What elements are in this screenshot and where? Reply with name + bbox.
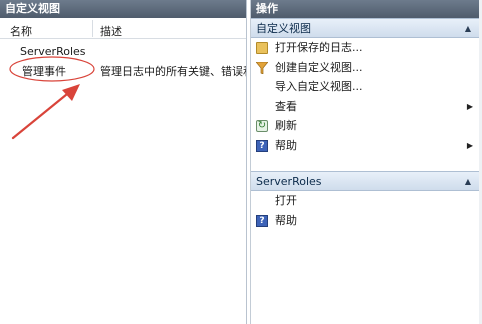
collapse-caret-icon[interactable]: ▲ — [465, 19, 471, 39]
pane-title: 自定义视图 — [0, 0, 246, 18]
section-body-custom-views: 打开保存的日志... 创建自定义视图... 导入自定义视图... 查看 ▶ ↻ … — [251, 38, 479, 158]
action-label: 帮助 — [275, 213, 297, 227]
section-label: ServerRoles — [256, 175, 322, 188]
submenu-arrow-icon: ▶ — [466, 140, 473, 150]
action-import-custom-view[interactable]: 导入自定义视图... — [251, 77, 479, 97]
help-icon: ? — [256, 139, 268, 152]
list-item-administrative-events[interactable]: 管理事件 管理日志中的所有关键、错误和警 — [0, 60, 246, 78]
column-header-description[interactable]: 描述 — [100, 23, 122, 39]
item-name: 管理事件 — [22, 65, 66, 78]
section-header-custom-views[interactable]: 自定义视图 ▲ — [251, 18, 479, 38]
action-label: 帮助 — [275, 138, 297, 152]
filter-icon — [256, 61, 268, 74]
action-label: 创建自定义视图... — [275, 60, 363, 74]
action-label: 导入自定义视图... — [275, 80, 363, 93]
custom-views-pane: 自定义视图 名称 描述 ServerRoles 管理事件 管理日志中的所有关键、… — [0, 0, 247, 324]
item-name: ServerRoles — [20, 45, 86, 58]
column-divider[interactable] — [92, 20, 93, 37]
section-body-serverroles: 打开 ? 帮助 — [251, 191, 479, 230]
section-header-serverroles[interactable]: ServerRoles ▲ — [251, 171, 479, 191]
submenu-arrow-icon: ▶ — [466, 101, 473, 111]
actions-title: 操作 — [251, 0, 479, 18]
item-description: 管理日志中的所有关键、错误和警 — [100, 65, 246, 78]
collapse-caret-icon[interactable]: ▲ — [465, 172, 471, 192]
action-view[interactable]: 查看 ▶ — [251, 97, 479, 117]
action-create-custom-view[interactable]: 创建自定义视图... — [251, 58, 479, 78]
action-help[interactable]: ? 帮助 ▶ — [251, 136, 479, 156]
action-label: 打开 — [275, 194, 297, 207]
folder-icon — [256, 42, 268, 54]
section-label: 自定义视图 — [256, 22, 311, 35]
actions-pane: 操作 自定义视图 ▲ 打开保存的日志... 创建自定义视图... 导入自定义视图… — [250, 0, 479, 324]
list-item-serverroles[interactable]: ServerRoles — [0, 42, 246, 60]
column-header-row: 名称 描述 — [0, 18, 246, 39]
action-open[interactable]: 打开 — [251, 191, 479, 211]
action-label: 刷新 — [275, 119, 297, 132]
action-help-serverroles[interactable]: ? 帮助 — [251, 211, 479, 231]
help-icon: ? — [256, 214, 268, 227]
action-refresh[interactable]: ↻ 刷新 — [251, 116, 479, 136]
action-label: 查看 — [275, 99, 297, 113]
column-header-name[interactable]: 名称 — [10, 23, 32, 39]
refresh-icon: ↻ — [256, 120, 268, 132]
action-open-saved-log[interactable]: 打开保存的日志... — [251, 38, 479, 58]
action-label: 打开保存的日志... — [275, 41, 363, 54]
